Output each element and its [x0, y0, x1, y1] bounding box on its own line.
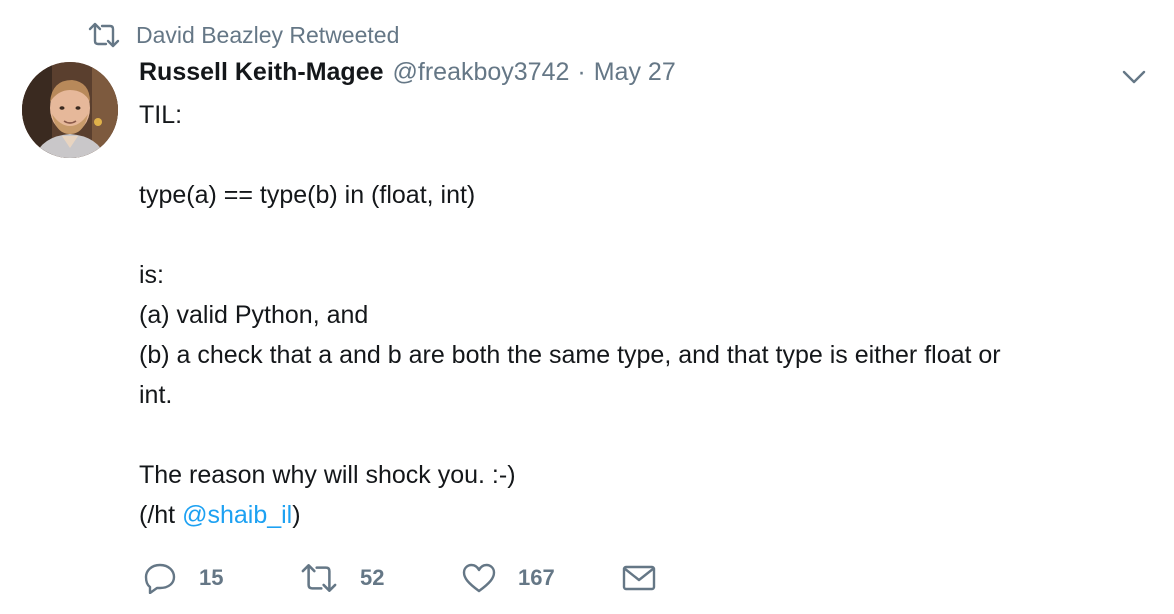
- author-username[interactable]: @freakboy3742: [393, 58, 570, 87]
- avatar[interactable]: [22, 62, 118, 158]
- retweet-context[interactable]: David Beazley Retweeted: [88, 18, 399, 52]
- retweet-icon: [88, 22, 120, 48]
- tweet-text-line: (b) a check that a and b are both the sa…: [139, 341, 1001, 369]
- chevron-down-icon[interactable]: [1120, 66, 1148, 88]
- header-separator: ·: [577, 58, 586, 86]
- tweet-text-line: type(a) == type(b) in (float, int): [139, 181, 476, 209]
- tweet-text-line: (/ht @shaib_il): [139, 495, 1139, 535]
- tweet-text-line: int.: [139, 381, 173, 409]
- reply-button[interactable]: 15: [143, 562, 300, 594]
- mention-link[interactable]: @shaib_il: [182, 501, 292, 529]
- tweet-text-line: (a) valid Python, and: [139, 301, 369, 329]
- tweet-blank-line: [139, 135, 1139, 175]
- tweet-text: TIL: type(a) == type(b) in (float, int) …: [139, 95, 1139, 535]
- tweet-blank-line: [139, 415, 1139, 455]
- tweet-timestamp[interactable]: May 27: [594, 58, 676, 87]
- tweet-blank-line: [139, 215, 1139, 255]
- retweet-count: 52: [360, 565, 385, 590]
- retweet-button[interactable]: 52: [300, 563, 462, 593]
- tweet: David Beazley Retweeted Russell Keith-Ma…: [0, 0, 1174, 614]
- like-count: 167: [518, 565, 555, 590]
- reply-count: 15: [199, 565, 224, 590]
- reply-icon: [143, 562, 177, 594]
- like-button[interactable]: 167: [462, 563, 622, 593]
- direct-message-button[interactable]: [622, 564, 662, 592]
- heart-icon: [462, 563, 496, 593]
- retweet-context-label: David Beazley Retweeted: [136, 21, 400, 48]
- ht-prefix: (/ht: [139, 501, 183, 529]
- tweet-header: Russell Keith-Magee @freakboy3742 · May …: [139, 58, 676, 94]
- envelope-icon: [622, 564, 656, 592]
- ht-suffix: ): [292, 501, 301, 529]
- tweet-actions: 15 52 167: [143, 556, 662, 600]
- retweet-icon: [300, 563, 338, 593]
- tweet-text-line: is:: [139, 261, 164, 289]
- tweet-text-line: The reason why will shock you. :-): [139, 461, 516, 489]
- author-fullname[interactable]: Russell Keith-Magee: [139, 58, 384, 87]
- tweet-text-line: TIL:: [139, 101, 183, 129]
